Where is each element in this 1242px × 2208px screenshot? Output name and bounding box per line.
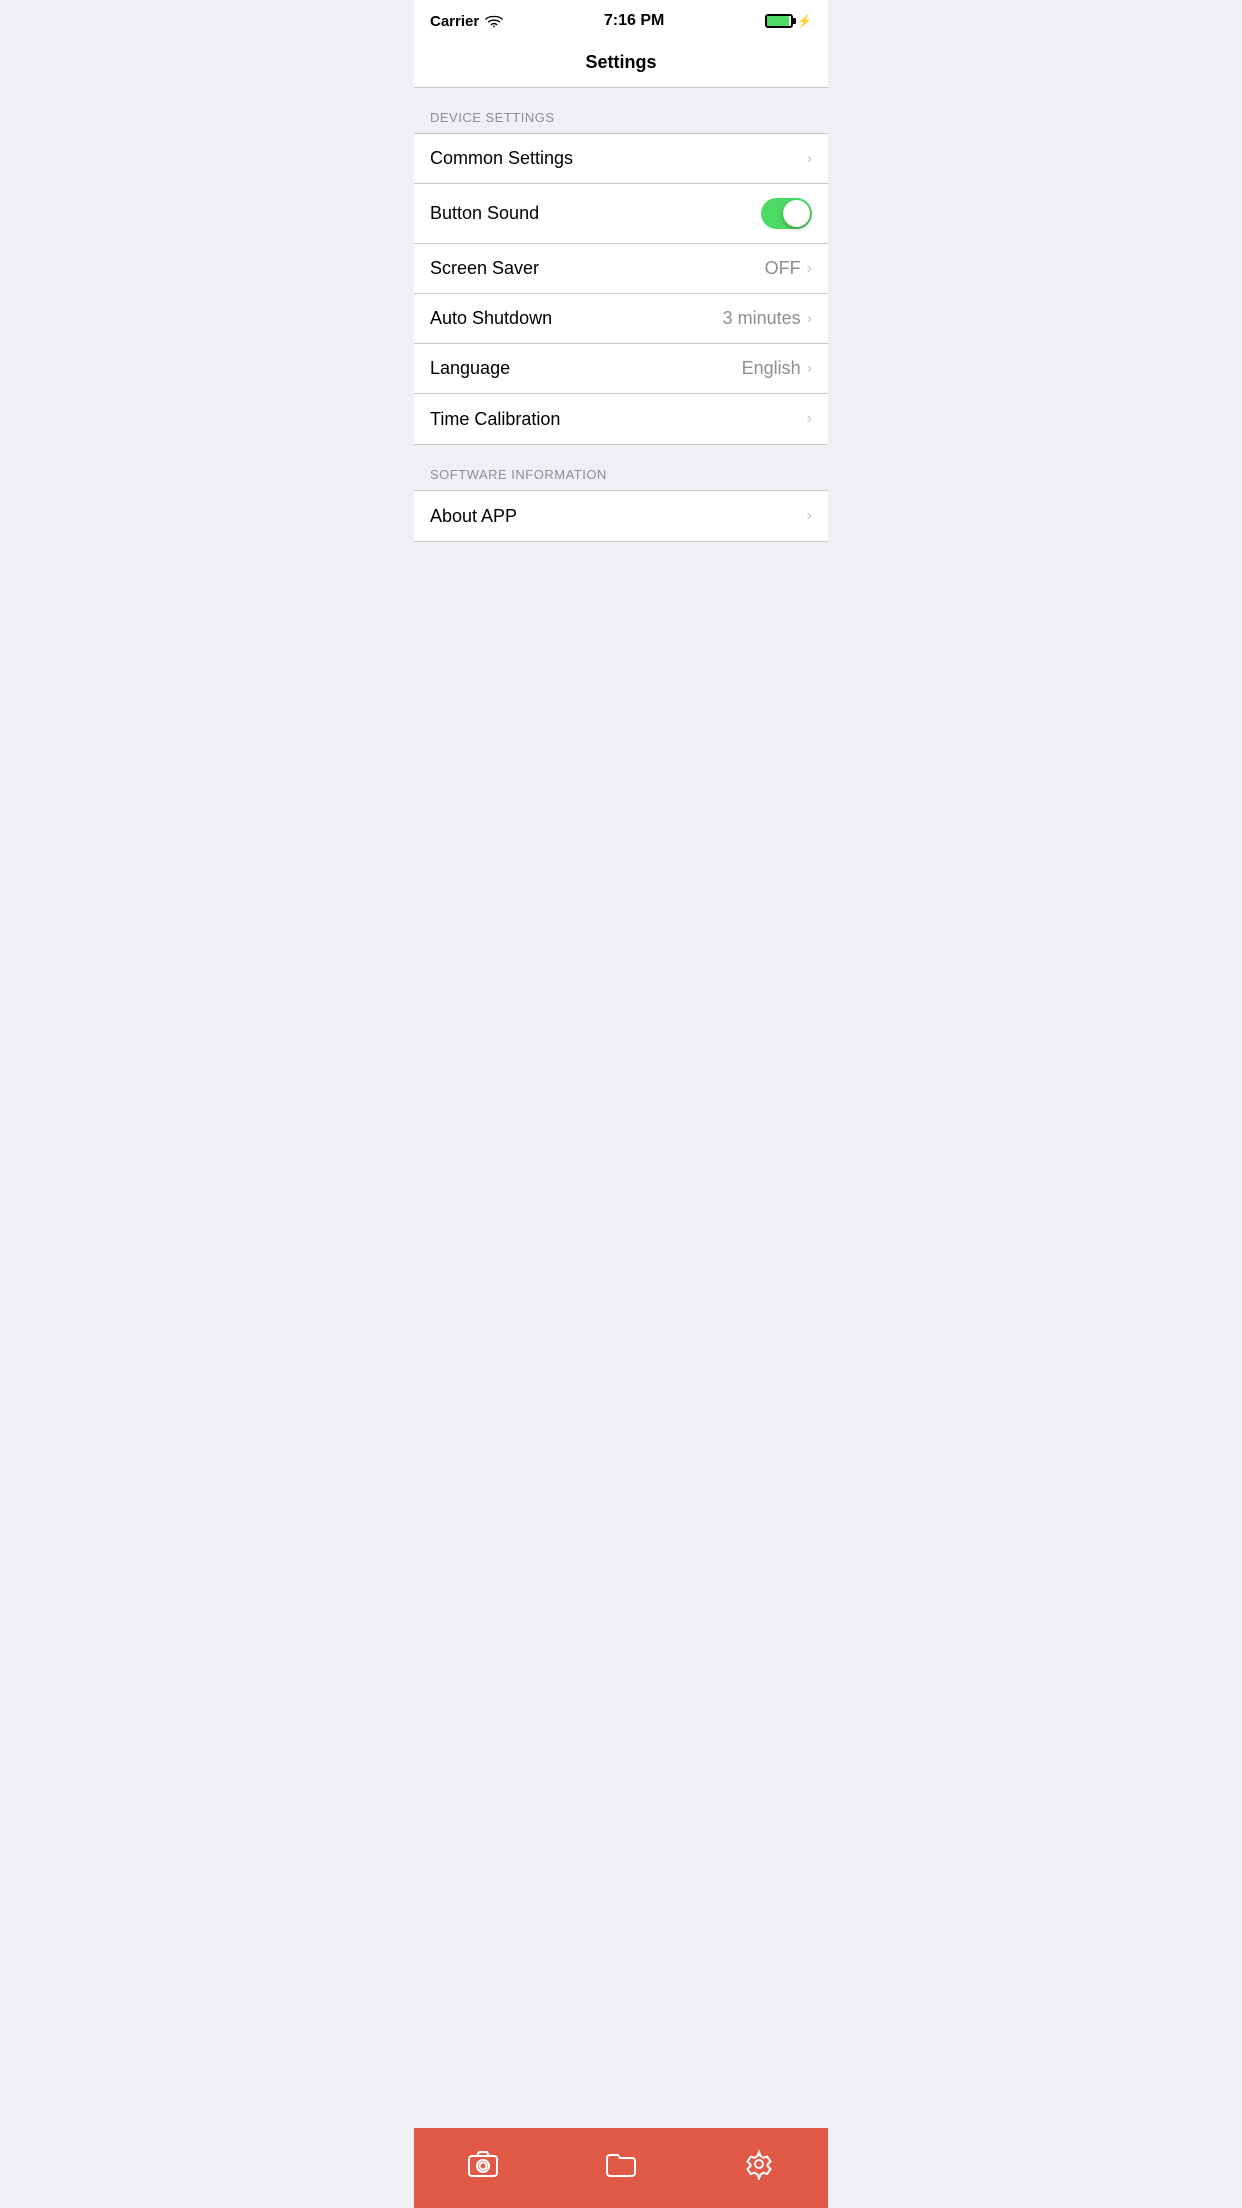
language-right: English › (742, 358, 812, 379)
battery-container (765, 14, 793, 28)
folder-icon (605, 2148, 637, 2180)
chevron-icon: › (807, 150, 812, 168)
about-app-right: › (807, 507, 812, 525)
screen-saver-right: OFF › (765, 258, 812, 279)
auto-shutdown-row[interactable]: Auto Shutdown 3 minutes › (414, 294, 828, 344)
time-calibration-row[interactable]: Time Calibration › (414, 394, 828, 444)
nav-bar: Settings (414, 40, 828, 88)
chevron-icon: › (807, 310, 812, 328)
tab-settings[interactable] (690, 2148, 828, 2180)
common-settings-row[interactable]: Common Settings › (414, 134, 828, 184)
auto-shutdown-right: 3 minutes › (723, 308, 812, 329)
wifi-icon (485, 14, 503, 28)
tab-bar (414, 2128, 828, 2208)
chevron-icon: › (807, 507, 812, 525)
time-calibration-label: Time Calibration (430, 409, 560, 430)
device-settings-group: Common Settings › Button Sound Screen Sa… (414, 133, 828, 445)
screen-saver-row[interactable]: Screen Saver OFF › (414, 244, 828, 294)
toggle-knob (783, 200, 810, 227)
time-calibration-right: › (807, 410, 812, 428)
common-settings-label: Common Settings (430, 148, 573, 169)
button-sound-label: Button Sound (430, 203, 539, 224)
carrier-label: Carrier (430, 13, 479, 30)
software-info-group: About APP › (414, 490, 828, 542)
bolt-icon: ⚡ (797, 14, 812, 28)
software-info-header: SOFTWARE INFORMATION (414, 445, 828, 490)
battery-fill (767, 16, 789, 26)
common-settings-right: › (807, 150, 812, 168)
status-time: 7:16 PM (604, 12, 664, 30)
device-settings-header: DEVICE SETTINGS (414, 88, 828, 133)
auto-shutdown-value: 3 minutes (723, 308, 801, 329)
auto-shutdown-label: Auto Shutdown (430, 308, 552, 329)
screen-saver-value: OFF (765, 258, 801, 279)
status-left: Carrier (430, 13, 503, 30)
button-sound-toggle[interactable] (761, 198, 812, 229)
button-sound-right (761, 198, 812, 229)
camera-icon (467, 2148, 499, 2180)
about-app-label: About APP (430, 506, 517, 527)
chevron-icon: › (807, 260, 812, 278)
chevron-icon: › (807, 360, 812, 378)
about-app-row[interactable]: About APP › (414, 491, 828, 541)
language-value: English (742, 358, 801, 379)
tab-camera[interactable] (414, 2148, 552, 2180)
button-sound-row[interactable]: Button Sound (414, 184, 828, 244)
battery-icon (765, 14, 793, 28)
tab-folder[interactable] (552, 2148, 690, 2180)
language-row[interactable]: Language English › (414, 344, 828, 394)
status-bar: Carrier 7:16 PM ⚡ (414, 0, 828, 40)
screen-saver-label: Screen Saver (430, 258, 539, 279)
language-label: Language (430, 358, 510, 379)
chevron-icon: › (807, 410, 812, 428)
settings-icon (743, 2148, 775, 2180)
status-right: ⚡ (765, 14, 812, 28)
page-title: Settings (585, 52, 656, 72)
